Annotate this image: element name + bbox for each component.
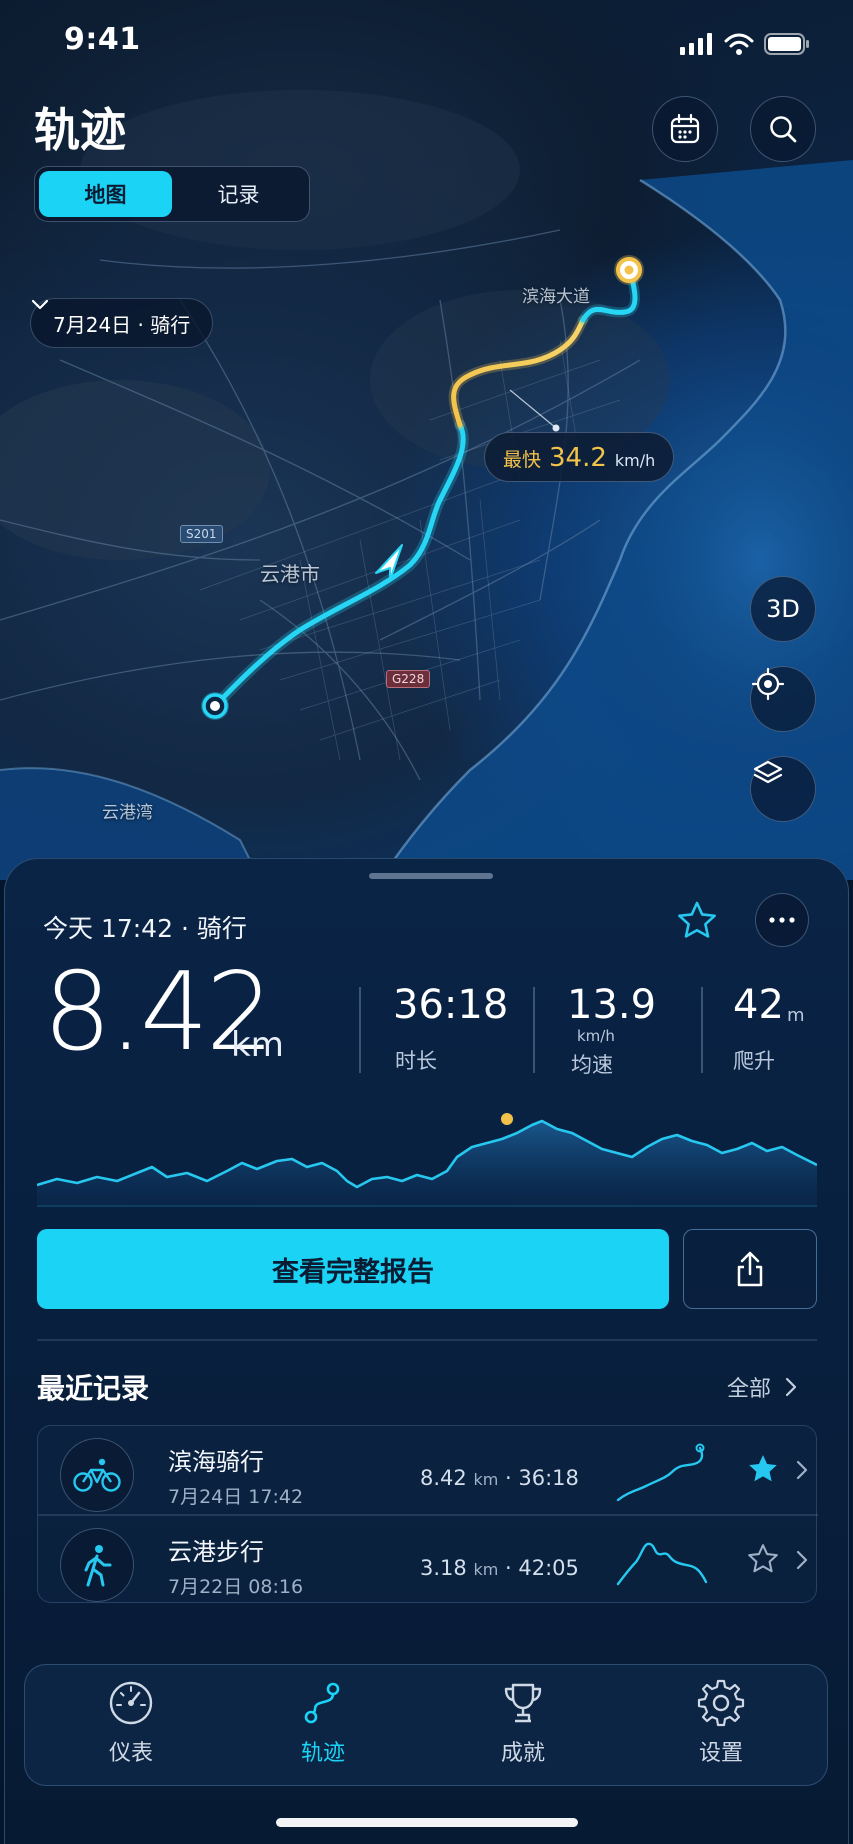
activity-header: 今天 17:42 · 骑行 [43,914,247,943]
route-thumbnail [616,1443,705,1502]
status-icons [680,32,810,56]
climb-unit: m [787,1005,805,1026]
record-stats: 8.42 km · 36:18 [420,1466,579,1490]
fastest-speed-callout[interactable]: 最快 34.2 km/h [484,432,675,482]
date-filter-dropdown[interactable]: 7月24日 · 骑行 [30,298,214,348]
walk-icon [60,1528,134,1602]
list-item[interactable]: 滨海骑行 7月24日 17:42 8.42 km · 36:18 [38,1426,818,1514]
record-date: 7月22日 08:16 [168,1576,304,1598]
more-icon [769,917,795,923]
calendar-icon [670,113,700,144]
view-toggle: 地图 记录 [34,166,310,222]
view-3d-button[interactable]: 3D [750,576,816,642]
route-thumbnail [616,1542,708,1586]
road-shield-g228: G228 [386,670,431,688]
calendar-button[interactable] [652,96,718,162]
fastest-label: 最快 [503,449,542,471]
fastest-unit: km/h [614,451,656,470]
duration-value: 36:18 [393,982,509,1028]
layers-button[interactable] [750,756,816,822]
record-duration: 36:18 [518,1466,579,1490]
view-full-report-button[interactable]: 查看完整报告 [37,1229,669,1309]
locate-button[interactable] [750,666,816,732]
tab-label: 轨迹 [300,1741,345,1766]
record-name: 滨海骑行 [168,1448,264,1476]
avg-speed-unit: km/h [577,1027,615,1045]
avg-speed-label: 均速 [571,1053,613,1077]
gear-icon [697,1679,745,1727]
share-button[interactable] [683,1229,817,1309]
chevron-right-icon [796,1460,808,1480]
climb-label: 爬升 [733,1049,775,1073]
end-marker-icon [614,255,644,285]
stat-divider [533,987,535,1073]
date-filter-label: 7月24日 · 骑行 [53,312,191,337]
star-filled-icon[interactable] [744,1452,782,1488]
bike-icon [60,1438,134,1512]
status-time: 9:41 [64,22,141,57]
tab-dashboard[interactable]: 仪表 [71,1679,191,1779]
distance-unit: km [231,1025,284,1065]
bay-label: 云港湾 [102,803,153,823]
chevron-down-icon [31,299,49,310]
record-stats: 3.18 km · 42:05 [420,1556,579,1580]
elevation-chart[interactable] [37,1107,817,1207]
see-all-label: 全部 [727,1377,772,1402]
tab-label: 成就 [500,1741,545,1766]
signal-icon [680,33,712,55]
battery-icon [764,33,809,55]
record-distance: 8.42 [420,1466,467,1490]
tab-label: 仪表 [108,1741,153,1766]
route-icon [304,1682,340,1724]
layers-icon [753,760,783,784]
home-indicator [276,1818,578,1827]
tab-map-view[interactable]: 地图 [39,171,172,217]
recent-records-list: 滨海骑行 7月24日 17:42 8.42 km · 36:18 云港步行 7月… [37,1425,818,1604]
road-label: 滨海大道 [522,287,590,307]
start-marker-icon [201,692,229,720]
star-outline-icon[interactable] [744,1542,782,1578]
tab-records-view[interactable]: 记录 [172,171,305,217]
elevation-peak-marker [499,1111,515,1127]
view-3d-label: 3D [766,595,800,623]
record-name: 云港步行 [168,1538,264,1566]
chevron-right-icon [785,1377,797,1397]
tab-label: 设置 [698,1741,743,1766]
wifi-icon [724,33,754,55]
star-outline-icon[interactable] [673,897,721,945]
road-shield-s201: S201 [180,525,223,543]
record-distance: 3.18 [420,1556,467,1580]
chevron-right-icon [796,1550,808,1570]
recent-records-title: 最近记录 [37,1372,150,1405]
city-label: 云港市 [260,562,320,586]
trophy-icon [504,1683,542,1723]
stat-divider [701,987,703,1073]
record-distance-unit: km [473,1470,499,1489]
tab-bar: 仪表 轨迹 成就 设置 [24,1664,828,1786]
map-view[interactable]: 滨海大道 云港市 云港湾 S201 G228 最快 34.2 km/h 7月24… [0,0,853,880]
climb-value: 42 [733,982,784,1028]
tab-achievements[interactable]: 成就 [463,1679,583,1779]
crosshair-icon [751,667,785,701]
search-icon [770,116,797,143]
duration-label: 时长 [395,1049,437,1073]
list-item[interactable]: 云港步行 7月22日 08:16 3.18 km · 42:05 [38,1516,818,1604]
sheet-grabber[interactable] [369,873,493,879]
page-title: 轨迹 [34,103,126,157]
fastest-value: 34.2 [549,443,607,473]
see-all-link[interactable]: 全部 [727,1371,797,1403]
tab-tracks[interactable]: 轨迹 [263,1679,383,1779]
section-divider [37,1339,817,1341]
avg-speed-value: 13.9 [567,982,657,1028]
stat-divider [359,987,361,1073]
share-icon [737,1251,763,1287]
map-graphics [0,90,853,880]
search-button[interactable] [750,96,816,162]
record-distance-unit: km [473,1560,499,1579]
tab-settings[interactable]: 设置 [661,1679,781,1779]
record-date: 7月24日 17:42 [168,1486,304,1508]
record-duration: 42:05 [518,1556,579,1580]
more-button[interactable] [755,893,809,947]
gauge-icon [109,1681,153,1725]
